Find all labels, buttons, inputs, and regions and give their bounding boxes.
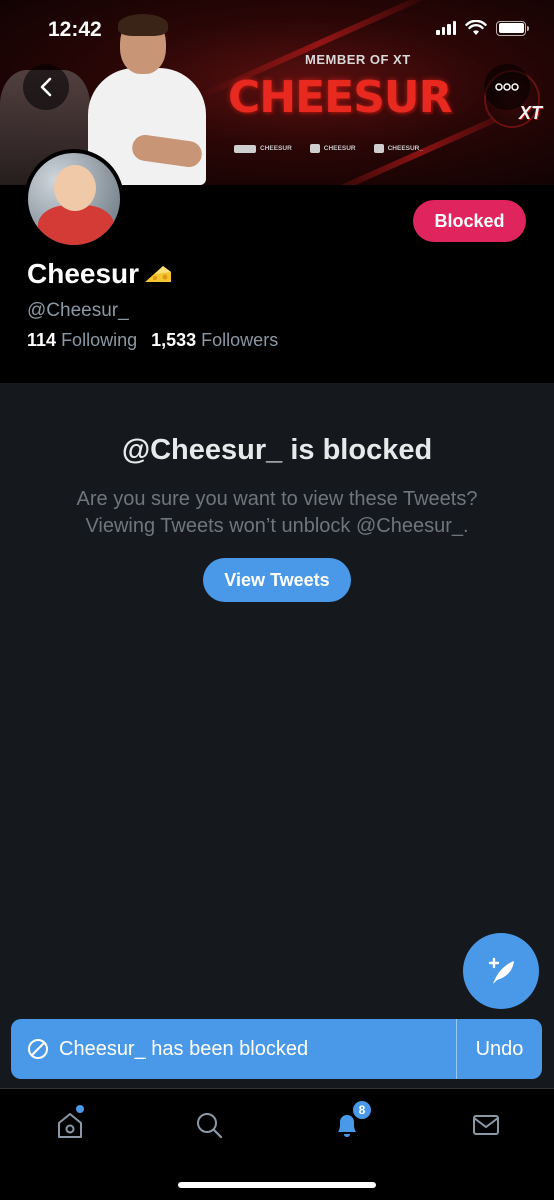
profile-stats: 114 Following 1,533 Followers [27, 330, 278, 351]
profile-handle: @Cheesur_ [27, 300, 129, 321]
undo-button[interactable]: Undo [456, 1019, 542, 1079]
banner-member-text: MEMBER OF XT [305, 52, 411, 67]
banner-social-youtube: CHEESUR [309, 144, 356, 153]
banner-brand-name: CHEESUR [228, 72, 453, 123]
status-time: 12:42 [48, 18, 102, 41]
profile-display-name: Cheesur [27, 258, 173, 290]
blocked-description: Are you sure you want to view these Twee… [0, 486, 554, 540]
banner-socials: CHEESUR CHEESUR CHEESUR_ [234, 144, 423, 153]
blocked-description-line1: Are you sure you want to view these Twee… [76, 488, 478, 510]
compose-tweet-button[interactable] [463, 933, 539, 1009]
followers-label: Followers [201, 330, 279, 350]
signal-icon [436, 21, 456, 35]
tab-search[interactable] [189, 1105, 229, 1145]
tab-messages[interactable] [466, 1105, 506, 1145]
battery-icon [496, 20, 529, 36]
blocked-toast: Cheesur_ has been blocked Undo [11, 1019, 542, 1079]
blocked-icon [28, 1039, 48, 1059]
more-icon [495, 83, 519, 91]
twitch-icon [234, 144, 256, 153]
banner-social-twitter: CHEESUR_ [373, 144, 423, 153]
following-stat[interactable]: 114 Following [27, 330, 137, 351]
youtube-icon [309, 144, 320, 153]
xt-logo-text: XT [518, 103, 542, 123]
toast-message: Cheesur_ has been blocked [11, 1038, 456, 1061]
twitter-icon [373, 144, 384, 153]
compose-feather-icon [488, 957, 514, 984]
display-name-text: Cheesur [27, 258, 140, 289]
search-icon [197, 1113, 223, 1139]
more-options-button[interactable] [484, 64, 530, 110]
avatar[interactable] [24, 149, 124, 249]
home-new-indicator [76, 1105, 84, 1113]
blocked-title: @Cheesur_ is blocked [121, 434, 433, 466]
blocked-description-line2: Viewing Tweets won’t unblock @Cheesur_. [85, 515, 469, 537]
blocked-button[interactable]: Blocked [413, 200, 526, 242]
home-icon [58, 1113, 82, 1138]
followers-count: 1,533 [151, 330, 197, 350]
status-icons [436, 20, 529, 36]
following-label: Following [61, 330, 138, 350]
back-button[interactable] [23, 64, 69, 110]
cheese-icon [145, 266, 172, 282]
view-tweets-button[interactable]: View Tweets [203, 558, 351, 602]
toast-message-text: Cheesur_ has been blocked [59, 1037, 309, 1060]
home-indicator [178, 1182, 376, 1188]
tab-home[interactable] [50, 1105, 90, 1145]
tab-notifications[interactable]: 8 [327, 1099, 373, 1145]
notifications-badge: 8 [351, 1099, 373, 1121]
banner-social-twitch: CHEESUR [234, 144, 292, 153]
followers-stat[interactable]: 1,533 Followers [151, 330, 278, 351]
wifi-icon [465, 20, 487, 35]
messages-icon [473, 1115, 499, 1135]
chevron-left-icon [40, 77, 52, 97]
following-count: 114 [27, 330, 57, 350]
